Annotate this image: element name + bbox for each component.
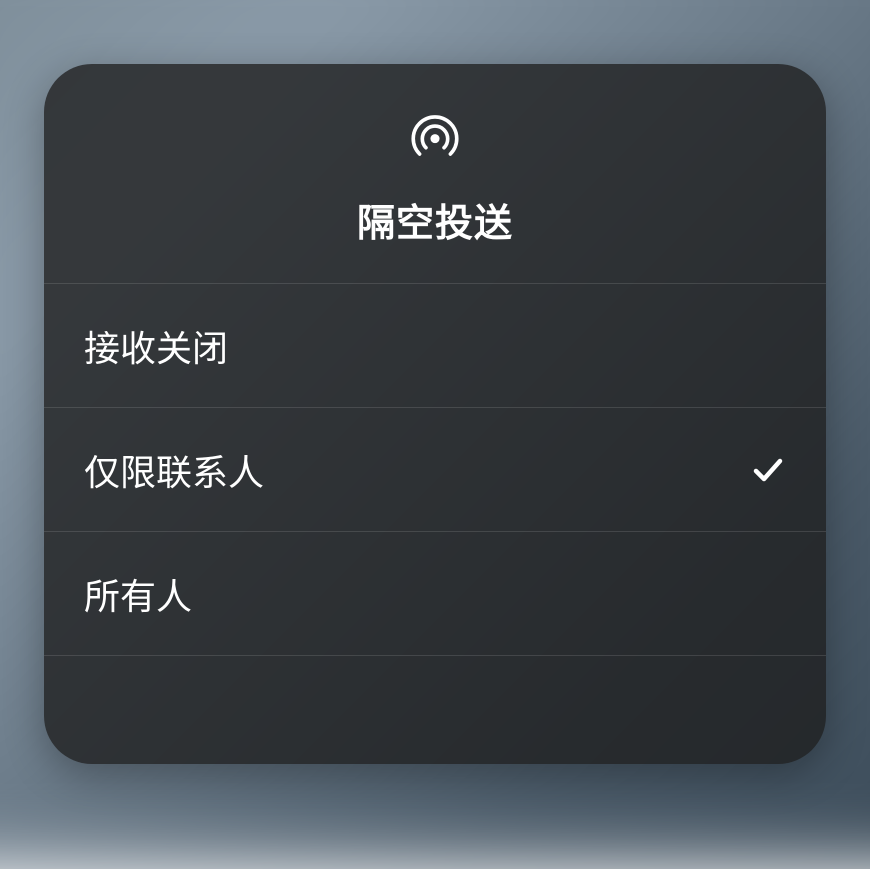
panel-title: 隔空投送 xyxy=(357,192,513,247)
option-contacts-only[interactable]: 仅限联系人 xyxy=(44,408,826,532)
checkmark-icon xyxy=(750,452,786,488)
panel-header: 隔空投送 xyxy=(44,64,826,284)
option-receiving-off[interactable]: 接收关闭 xyxy=(44,284,826,408)
option-label: 仅限联系人 xyxy=(84,444,264,496)
option-label: 接收关闭 xyxy=(84,320,228,372)
airdrop-icon xyxy=(406,106,464,164)
option-list: 接收关闭 仅限联系人 所有人 xyxy=(44,284,826,656)
option-everyone[interactable]: 所有人 xyxy=(44,532,826,656)
airdrop-settings-panel: 隔空投送 接收关闭 仅限联系人 所有人 xyxy=(44,64,826,764)
option-label: 所有人 xyxy=(84,568,192,620)
